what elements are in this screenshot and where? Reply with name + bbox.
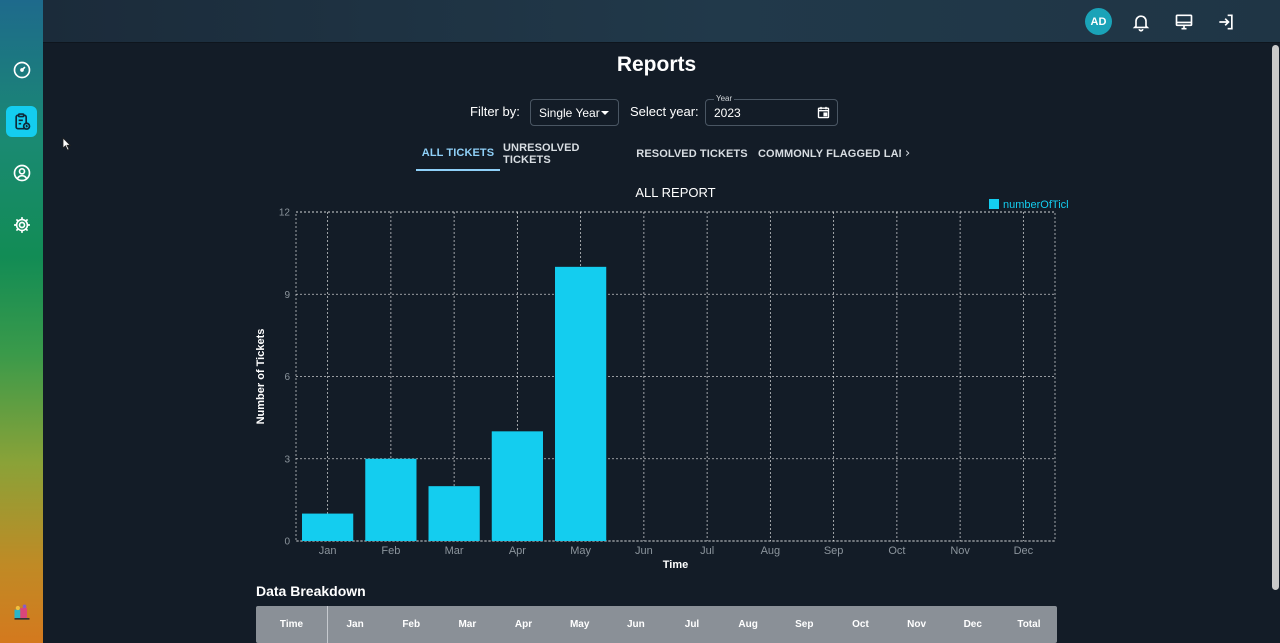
filter-select[interactable]: Single Year: [530, 99, 619, 126]
y-tick-label: 9: [284, 290, 290, 301]
logout-icon[interactable]: [1216, 12, 1236, 32]
breakdown-table-header: Time Jan Feb Mar Apr May Jun Jul Aug Sep Oct Nov Dec…: [256, 606, 1057, 643]
table-header-nov: Nov: [907, 619, 927, 630]
table-header-oct: Oct: [852, 619, 869, 630]
data-breakdown-title: Data Breakdown: [256, 583, 366, 599]
x-axis-label: Time: [663, 559, 688, 571]
bell-icon[interactable]: [1131, 12, 1151, 32]
dashboard-gauge-icon[interactable]: [8, 56, 35, 83]
bar-may[interactable]: [555, 266, 607, 541]
scrollbar-thumb[interactable]: [1272, 45, 1279, 590]
table-header-dec: Dec: [963, 619, 982, 630]
x-tick-label: Jan: [319, 545, 337, 557]
y-tick-label: 12: [279, 208, 291, 219]
settings-gear-icon[interactable]: [8, 211, 35, 238]
x-tick-label: Feb: [381, 545, 400, 557]
year-field-label: Year: [714, 94, 735, 103]
bar-apr[interactable]: [491, 431, 543, 541]
filter-row: Filter by: Single Year Select year: Year…: [43, 94, 1270, 126]
tab-unresolved-tickets[interactable]: UNRESOLVED TICKETS: [503, 139, 629, 169]
tab-resolved-tickets[interactable]: RESOLVED TICKETS: [636, 139, 748, 169]
year-picker-field[interactable]: Year 2023: [705, 94, 838, 126]
y-tick-label: 3: [284, 454, 290, 465]
table-header-jun: Jun: [626, 619, 645, 630]
app-logo-icon: [8, 599, 35, 626]
legend-swatch: [989, 199, 999, 209]
x-tick-label: Nov: [950, 545, 970, 557]
table-header-aug: Aug: [738, 619, 758, 630]
table-header-time: Time: [279, 619, 304, 630]
avatar[interactable]: AD: [1085, 8, 1112, 35]
x-tick-label: Jul: [700, 545, 714, 557]
monitor-icon[interactable]: [1174, 12, 1194, 32]
table-header-jan: Jan: [346, 619, 364, 630]
x-tick-label: Sep: [824, 545, 844, 557]
year-field-value: 2023: [714, 106, 741, 120]
x-tick-label: Dec: [1014, 545, 1034, 557]
table-header-sep: Sep: [795, 619, 814, 630]
legend-label: numberOfTickets: [1003, 199, 1068, 211]
bar-jan[interactable]: [302, 513, 354, 541]
calendar-icon[interactable]: [816, 105, 831, 120]
filter-select-value: Single Year: [539, 105, 600, 120]
table-header-total: Total: [1017, 619, 1041, 630]
x-tick-label: Apr: [509, 545, 526, 557]
chart-title: ALL REPORT: [635, 185, 715, 200]
y-axis-label: Number of Tickets: [255, 329, 267, 425]
bar-feb[interactable]: [365, 458, 417, 541]
filter-by-label: Filter by:: [470, 104, 520, 119]
x-tick-label: Aug: [761, 545, 781, 557]
y-tick-label: 6: [284, 372, 290, 383]
chevron-right-icon[interactable]: ›: [905, 146, 910, 161]
mouse-cursor-icon: [62, 137, 72, 151]
caret-down-icon: [601, 111, 609, 115]
x-tick-label: Mar: [445, 545, 464, 557]
bar-mar[interactable]: [428, 486, 480, 541]
report-tabs: ALL TICKETS UNRESOLVED TICKETS RESOLVED …: [43, 139, 1270, 171]
y-tick-label: 0: [284, 537, 290, 548]
x-tick-label: May: [570, 545, 591, 557]
top-bar: AD: [43, 0, 1280, 43]
sidebar: [0, 0, 43, 643]
tab-commonly-flagged[interactable]: COMMONLY FLAGGED LAN: [758, 139, 901, 169]
tab-all-tickets[interactable]: ALL TICKETS: [416, 139, 500, 171]
bar-chart: 0 3 6 9 12 Jan Feb Mar Apr May Jun Jul Aug Sep Oct Nov D…: [255, 185, 1068, 571]
x-tick-label: Oct: [888, 545, 905, 557]
table-header-may: May: [569, 619, 590, 630]
table-header-mar: Mar: [458, 619, 477, 630]
table-header-feb: Feb: [402, 619, 421, 630]
table-header-jul: Jul: [684, 619, 700, 630]
select-year-label: Select year:: [630, 104, 699, 119]
reports-clipboard-icon[interactable]: [6, 106, 37, 137]
table-header-apr: Apr: [514, 619, 533, 630]
main-content: Reports Filter by: Single Year Select ye…: [43, 43, 1270, 643]
user-profile-icon[interactable]: [8, 159, 35, 186]
scrollbar[interactable]: [1270, 43, 1280, 643]
x-tick-label: Jun: [635, 545, 653, 557]
page-title: Reports: [616, 53, 697, 76]
